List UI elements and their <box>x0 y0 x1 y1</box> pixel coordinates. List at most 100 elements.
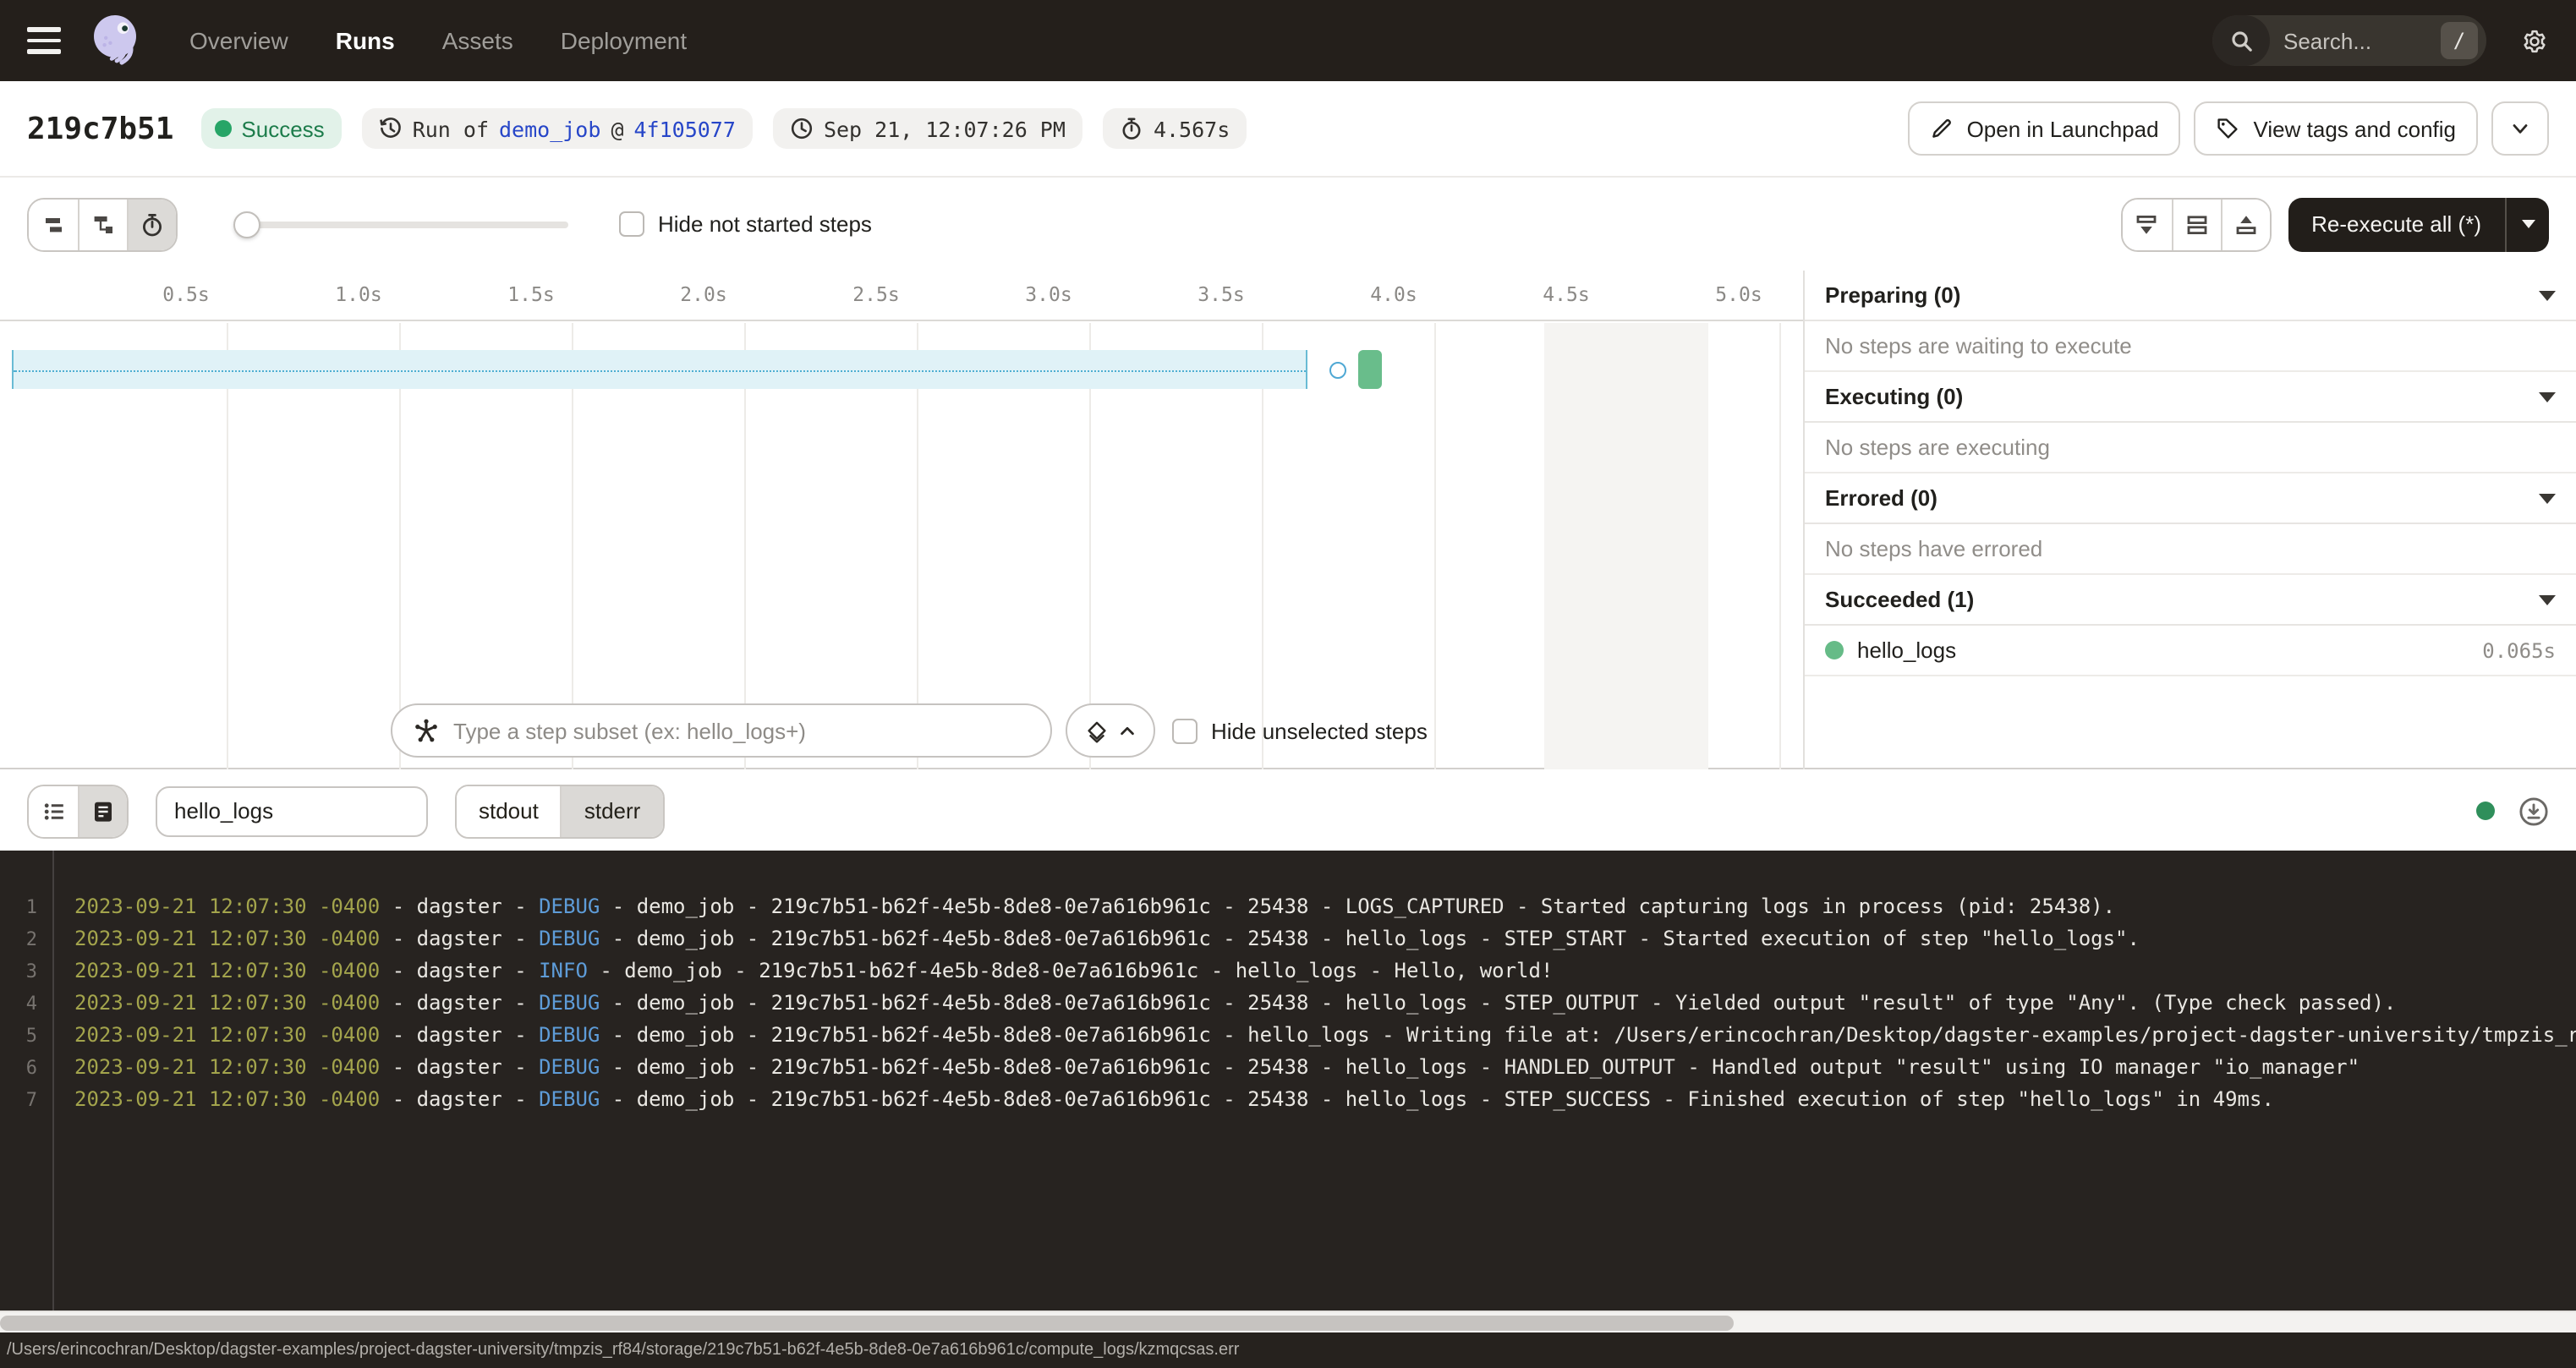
hide-unselected-checkbox-row[interactable]: Hide unselected steps <box>1172 718 1428 743</box>
more-actions-button[interactable] <box>2491 101 2549 156</box>
waterfall-view-button[interactable] <box>78 199 127 249</box>
axis-tick-0.5s: 0.5s <box>139 282 233 306</box>
panel-step-row[interactable]: hello_logs0.065s <box>1805 626 2576 676</box>
gear-icon[interactable] <box>2520 26 2549 55</box>
clock-icon <box>790 117 814 140</box>
gridline-3.0s <box>1089 323 1091 769</box>
panel-section-header[interactable]: Errored (0) <box>1805 473 2576 524</box>
gantt-chart-area: Type a step subset (ex: hello_logs+) <box>0 323 1803 769</box>
snapshot-link[interactable]: 4f105077 <box>634 116 736 141</box>
hide-not-started-checkbox[interactable] <box>619 211 644 237</box>
hide-not-started-checkbox-row[interactable]: Hide not started steps <box>619 211 872 237</box>
layers-icon <box>1084 718 1110 743</box>
history-icon <box>379 117 403 140</box>
log-file-path: /Users/erincochran/Desktop/dagster-examp… <box>7 1341 1239 1360</box>
panel-section-header[interactable]: Succeeded (1) <box>1805 575 2576 626</box>
hamburger-menu-icon[interactable] <box>27 27 61 54</box>
structured-logs-button[interactable] <box>29 785 78 836</box>
panel-layout-segment-group <box>2120 197 2271 251</box>
log-step-filter-input[interactable]: hello_logs <box>156 785 428 836</box>
top-nav: Overview Runs Assets Deployment Search... / <box>0 0 2576 81</box>
op-selector-icon <box>413 717 440 744</box>
reexecute-dropdown-button[interactable] <box>2505 197 2549 251</box>
axis-tick-2.5s: 2.5s <box>829 282 924 306</box>
open-in-launchpad-button[interactable]: Open in Launchpad <box>1908 101 2181 156</box>
gridline-4.0s <box>1434 323 1436 769</box>
axis-tick-1.5s: 1.5s <box>484 282 578 306</box>
chevron-down-icon <box>2508 117 2532 140</box>
search-input[interactable]: Search... / <box>2212 15 2486 66</box>
stopwatch-small-icon <box>139 211 166 238</box>
step-subset-row: Type a step subset (ex: hello_logs+) <box>391 703 1428 758</box>
axis-tick-4.5s: 4.5s <box>1519 282 1614 306</box>
split-panels-button[interactable] <box>2171 199 2220 249</box>
panel-empty-message: No steps have errored <box>1805 524 2576 575</box>
gridline-1.0s <box>399 323 401 769</box>
zoom-slider[interactable] <box>235 221 568 227</box>
axis-tick-3.0s: 3.0s <box>1001 282 1096 306</box>
panel-section-header[interactable]: Preparing (0) <box>1805 271 2576 321</box>
search-shortcut-key: / <box>2441 22 2478 59</box>
axis-tick-2.0s: 2.0s <box>656 282 751 306</box>
horizontal-scrollbar[interactable] <box>0 1311 2576 1332</box>
gridline-2.0s <box>744 323 746 769</box>
dagster-run-page: Overview Runs Assets Deployment Search... /… <box>0 0 2576 1368</box>
pencil-icon <box>1930 117 1954 140</box>
raw-log-viewer[interactable]: 12023-09-21 12:07:30 -0400 - dagster - D… <box>0 851 2576 1311</box>
tab-stderr[interactable]: stderr <box>561 785 662 836</box>
nav-link-overview[interactable]: Overview <box>189 27 288 54</box>
graph-query-expand-button[interactable] <box>1066 703 1155 758</box>
dagster-logo[interactable] <box>85 10 145 71</box>
step-bar-hello-logs[interactable] <box>1358 350 1382 389</box>
run-of-tag: Run of demo_job @ 4f105077 <box>362 108 753 149</box>
gantt-chart: 0.5s1.0s1.5s2.0s2.5s3.0s3.5s4.0s4.5s5.0s <box>0 271 1803 769</box>
job-link[interactable]: demo_job <box>499 116 600 141</box>
collapse-top-panel-button[interactable] <box>2122 199 2171 249</box>
zoom-slider-knob[interactable] <box>233 211 260 238</box>
tab-stdout[interactable]: stdout <box>457 785 561 836</box>
run-id: 219c7b51 <box>27 111 173 146</box>
panel-collapse-down-icon <box>2133 211 2160 238</box>
run-main-area: 0.5s1.0s1.5s2.0s2.5s3.0s3.5s4.0s4.5s5.0s <box>0 271 2576 769</box>
log-lines: 12023-09-21 12:07:30 -0400 - dagster - D… <box>0 891 2576 1116</box>
duration-tag: 4.567s <box>1103 108 1247 149</box>
log-status-dot <box>2476 802 2495 820</box>
stdout-stderr-tabs: stdoutstderr <box>455 784 664 838</box>
panel-section-header[interactable]: Executing (0) <box>1805 372 2576 423</box>
collapse-bottom-panel-button[interactable] <box>2220 199 2269 249</box>
flat-view-button[interactable] <box>29 199 78 249</box>
reexecute-button[interactable]: Re-execute all (*) <box>2288 197 2549 251</box>
event-list-icon <box>40 797 67 824</box>
hide-unselected-checkbox[interactable] <box>1172 718 1198 743</box>
panel-collapse-up-icon <box>2232 211 2259 238</box>
log-path-status-bar: /Users/erincochran/Desktop/dagster-examp… <box>0 1332 2576 1368</box>
horizontal-scrollbar-thumb[interactable] <box>0 1316 1734 1331</box>
gridline-2.5s <box>917 323 918 769</box>
axis-tick-3.5s: 3.5s <box>1174 282 1269 306</box>
success-dot-icon <box>214 120 231 137</box>
raw-logs-button[interactable] <box>78 785 127 836</box>
log-line: 22023-09-21 12:07:30 -0400 - dagster - D… <box>0 923 2576 955</box>
tag-icon <box>2217 117 2240 140</box>
hide-not-started-label: Hide not started steps <box>658 211 872 237</box>
step-waiting-band <box>12 350 1307 389</box>
view-mode-segment-group <box>27 197 178 251</box>
gantt-axis: 0.5s1.0s1.5s2.0s2.5s3.0s3.5s4.0s4.5s5.0s <box>0 271 1803 321</box>
step-marker-circle <box>1329 362 1346 379</box>
gridline-1.5s <box>572 323 573 769</box>
download-log-button[interactable] <box>2518 796 2549 826</box>
panel-empty-message: No steps are executing <box>1805 423 2576 473</box>
view-tags-config-button[interactable]: View tags and config <box>2195 101 2478 156</box>
gantt-overflow-region <box>1544 323 1708 769</box>
caret-down-icon <box>2521 220 2535 228</box>
panel-empty-message: No steps are waiting to execute <box>1805 321 2576 372</box>
step-subset-input[interactable]: Type a step subset (ex: hello_logs+) <box>391 703 1052 758</box>
timed-view-button[interactable] <box>127 199 176 249</box>
gantt-toolbar: Hide not started steps <box>0 176 2576 271</box>
step-success-dot-icon <box>1825 641 1844 659</box>
nav-link-runs[interactable]: Runs <box>336 27 395 54</box>
nav-link-assets[interactable]: Assets <box>442 27 513 54</box>
reexecute-label[interactable]: Re-execute all (*) <box>2288 197 2505 251</box>
nav-link-deployment[interactable]: Deployment <box>561 27 687 54</box>
section-caret-icon <box>2539 493 2556 503</box>
